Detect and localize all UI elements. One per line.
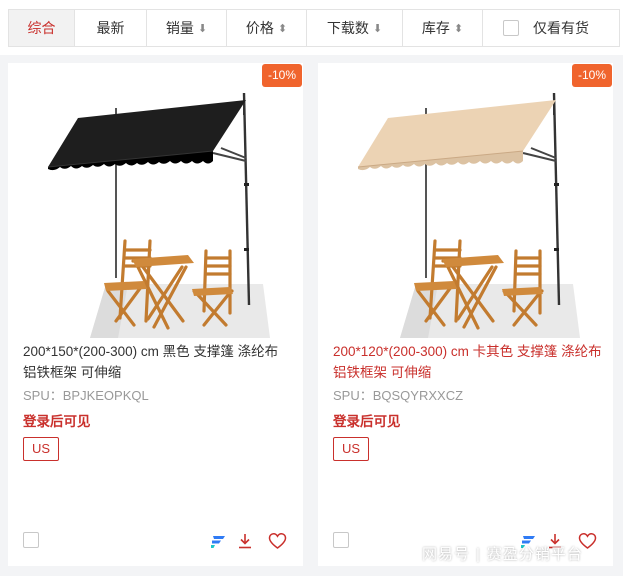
sort-tab-stock[interactable]: 库存 ⬍ [403,10,483,46]
product-image-wrap[interactable] [318,63,613,338]
region-tag: US [333,437,370,461]
discount-badge: -10% [261,64,302,87]
product-image [47,92,270,338]
product-card[interactable]: -10% 200*120*(200-300) cm 卡其色 支撑篷 涤纶布 铝铁… [318,63,613,566]
sort-tab-label: 最新 [96,20,125,36]
arrow-down-icon: ⬇ [197,22,208,35]
product-spu: SPU：BQSQYRXXCZ [333,388,464,403]
in-stock-label: 仅看有货 [533,20,589,36]
arrow-down-icon: ⬇ [372,22,383,35]
product-spu: SPU：BPJKEOPKQL [23,388,149,403]
sort-tab-newest[interactable]: 最新 [75,10,147,46]
sort-tab-label: 库存 [421,20,450,36]
brand-logo-icon[interactable] [207,530,229,552]
in-stock-checkbox[interactable] [503,20,519,36]
product-image-wrap[interactable] [8,63,303,338]
watermark-separator: | [476,546,481,563]
discount-badge: -10% [571,64,612,87]
region-tag: US [23,437,60,461]
login-to-view-price[interactable]: 登录后可见 [333,410,401,430]
sort-updown-icon: ⬍ [277,22,288,35]
product-card[interactable]: -10% 200*150*(200-300) cm 黑色 支撑篷 涤纶布 铝铁框… [8,63,303,566]
sort-tab-comprehensive[interactable]: 综合 [9,10,75,46]
product-title[interactable]: 200*150*(200-300) cm 黑色 支撑篷 涤纶布 铝铁框架 可伸缩 [23,341,295,383]
product-image [357,92,580,338]
select-checkbox[interactable] [23,532,39,548]
sort-tab-downloads[interactable]: 下载数 ⬇ [307,10,403,46]
watermark: 网易号 | 赛盈分销平台 [422,543,583,564]
download-icon[interactable] [234,530,256,552]
product-title[interactable]: 200*120*(200-300) cm 卡其色 支撑篷 涤纶布 铝铁框架 可伸… [333,341,605,383]
login-to-view-price[interactable]: 登录后可见 [23,410,91,430]
sort-tab-price[interactable]: 价格 ⬍ [227,10,307,46]
sort-tab-label: 综合 [27,20,56,36]
sort-updown-icon: ⬍ [453,22,464,35]
watermark-left: 网易号 [422,546,471,563]
sort-tab-label: 销量 [165,20,194,36]
select-checkbox[interactable] [333,532,349,548]
in-stock-only-filter[interactable]: 仅看有货 [483,10,589,46]
heart-icon[interactable] [266,530,288,552]
sort-tab-label: 价格 [245,20,274,36]
sort-tab-label: 下载数 [326,20,369,36]
watermark-right: 赛盈分销平台 [486,546,583,563]
sort-bar: 综合 最新 销量 ⬇ 价格 ⬍ 下载数 ⬇ 库存 ⬍ 仅看有货 [8,9,620,47]
sort-tab-sales[interactable]: 销量 ⬇ [147,10,227,46]
